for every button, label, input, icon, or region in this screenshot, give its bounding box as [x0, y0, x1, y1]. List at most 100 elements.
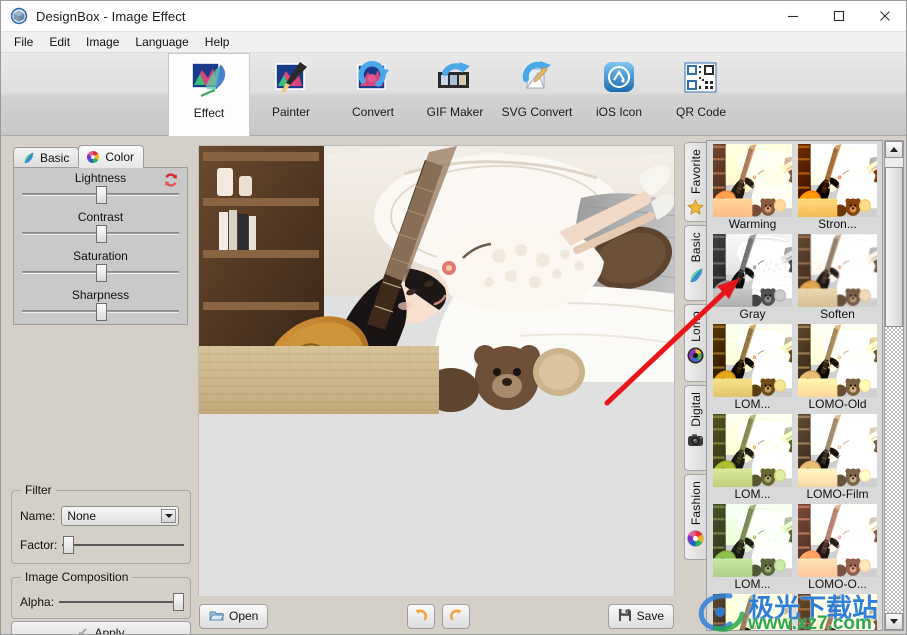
tab-color-label: Color	[105, 150, 135, 164]
side-tab-digital[interactable]: Digital	[684, 385, 707, 471]
side-tab-favorite[interactable]: Favorite	[684, 142, 707, 222]
menu-help[interactable]: Help	[197, 33, 238, 51]
effect-thumbnail-image[interactable]	[798, 504, 877, 577]
toolbar-label-effect: Effect	[193, 106, 225, 120]
toolbar-item-gif-maker[interactable]: GIF Maker	[414, 53, 496, 135]
slider-sharpness[interactable]: Sharpness	[14, 285, 187, 324]
preview-photo[interactable]	[199, 146, 674, 414]
effect-thumbnail-image[interactable]	[798, 144, 877, 217]
toolbar-item-ios-icon[interactable]: iOS Icon	[578, 53, 660, 135]
effect-thumbnail[interactable]: Stron...	[795, 144, 880, 232]
effect-thumbnail-image[interactable]	[798, 234, 877, 307]
scrollbar-thumb[interactable]	[885, 167, 903, 327]
save-button[interactable]: Save	[607, 603, 674, 629]
apply-button[interactable]: ✔ Apply	[11, 621, 191, 635]
toolbar-item-painter[interactable]: Painter	[250, 53, 332, 135]
close-button[interactable]	[862, 1, 906, 32]
save-button-label: Save	[636, 609, 664, 623]
side-tab-lomo[interactable]: Lomo	[684, 304, 707, 382]
effect-thumbnail-image[interactable]	[713, 594, 792, 630]
filter-factor-slider[interactable]	[62, 535, 184, 555]
effect-thumbnail-image[interactable]	[713, 234, 792, 307]
designbox-logo-icon	[10, 7, 28, 25]
effect-thumbnail-image[interactable]	[713, 144, 792, 217]
effect-thumbnail[interactable]: Soften	[795, 234, 880, 322]
effect-thumbnail[interactable]	[710, 594, 795, 630]
convert-arrow-icon	[352, 59, 394, 97]
feather-pen-icon	[21, 151, 35, 165]
effect-thumbnail[interactable]: Warming	[710, 144, 795, 232]
redo-button[interactable]	[441, 603, 470, 629]
side-tab-fashion[interactable]: Fashion	[684, 474, 707, 560]
menu-language[interactable]: Language	[127, 33, 196, 51]
slider-sharpness-thumb[interactable]	[95, 303, 107, 321]
effect-thumbnail-image[interactable]	[713, 324, 792, 397]
alpha-track[interactable]	[59, 601, 184, 603]
effect-thumbnail-image[interactable]	[713, 504, 792, 577]
star-icon	[687, 198, 704, 216]
scrollbar-track[interactable]	[885, 327, 903, 613]
filter-factor-track[interactable]	[62, 544, 184, 546]
feather-pen-icon	[687, 267, 704, 284]
menu-image[interactable]: Image	[78, 33, 127, 51]
toolbar-label-gif-maker: GIF Maker	[426, 105, 484, 119]
floppy-disk-icon	[618, 608, 632, 625]
effect-thumbnail[interactable]: LOM...	[710, 504, 795, 592]
effect-thumbnail-grid: Warming Stron... Gray Soften LOM... LOMO…	[710, 144, 880, 630]
effects-scrollbar[interactable]	[884, 140, 904, 631]
open-button[interactable]: Open	[199, 603, 269, 629]
minimize-button[interactable]	[770, 1, 816, 32]
toolbar-item-svg-convert[interactable]: SVG Convert	[496, 53, 578, 135]
effect-thumbnail-image[interactable]	[713, 414, 792, 487]
filter-factor-thumb[interactable]	[63, 536, 75, 554]
slider-lightness[interactable]: Lightness	[14, 168, 187, 207]
effect-thumbnail[interactable]: LOMO-O...	[795, 504, 880, 592]
effect-thumbnail[interactable]: Gray	[710, 234, 795, 322]
slider-lightness-thumb[interactable]	[95, 186, 107, 204]
effect-thumbnail-image[interactable]	[798, 414, 877, 487]
effect-thumbnail-list[interactable]: Warming Stron... Gray Soften LOM... LOMO…	[706, 140, 883, 631]
tab-basic[interactable]: Basic	[13, 147, 80, 168]
undo-button[interactable]	[406, 603, 435, 629]
side-tab-basic[interactable]: Basic	[684, 225, 707, 301]
toolbar-item-convert[interactable]: Convert	[332, 53, 414, 135]
lomo-lens-icon	[687, 347, 704, 364]
toolbar-label-svg-convert: SVG Convert	[501, 105, 573, 119]
alpha-slider[interactable]	[59, 592, 184, 612]
slider-saturation-thumb[interactable]	[95, 264, 107, 282]
chevron-down-icon[interactable]	[161, 509, 177, 523]
effect-thumbnail[interactable]: LOM...	[710, 414, 795, 502]
svg-pencil-icon	[516, 59, 558, 97]
effect-thumbnail[interactable]: LOM...	[710, 324, 795, 412]
effect-thumbnail[interactable]: LOMO-Old	[795, 324, 880, 412]
side-tab-basic-label: Basic	[688, 232, 703, 263]
alpha-label: Alpha:	[20, 595, 55, 609]
scroll-up-arrow-icon[interactable]	[885, 141, 903, 158]
filter-name-select[interactable]: None	[61, 506, 180, 526]
slider-contrast-label: Contrast	[77, 210, 124, 224]
slider-contrast[interactable]: Contrast	[14, 207, 187, 246]
effect-thumbnail[interactable]	[795, 594, 880, 630]
slider-sharpness-label: Sharpness	[71, 288, 130, 302]
side-tab-fashion-label: Fashion	[688, 481, 703, 526]
side-tab-favorite-label: Favorite	[688, 149, 703, 194]
slider-contrast-thumb[interactable]	[95, 225, 107, 243]
toolbar-item-effect[interactable]: Effect	[168, 53, 250, 136]
effect-thumbnail[interactable]: LOMO-Film	[795, 414, 880, 502]
left-panel-tabs: Basic Color	[13, 145, 188, 168]
maximize-button[interactable]	[816, 1, 862, 32]
menu-edit[interactable]: Edit	[41, 33, 78, 51]
effect-thumbnail-image[interactable]	[798, 324, 877, 397]
toolbar-item-qr-code[interactable]: QR Code	[660, 53, 742, 135]
alpha-thumb[interactable]	[173, 593, 184, 611]
menu-file[interactable]: File	[6, 33, 41, 51]
tab-color[interactable]: Color	[78, 145, 145, 168]
apply-button-label: Apply	[94, 626, 125, 635]
open-button-label: Open	[229, 609, 259, 623]
effect-thumbnail-image[interactable]	[798, 594, 877, 630]
scroll-down-arrow-icon[interactable]	[885, 613, 903, 630]
slider-saturation[interactable]: Saturation	[14, 246, 187, 285]
image-canvas[interactable]	[198, 145, 675, 597]
effect-thumbnail-label: LOMO-O...	[808, 577, 867, 591]
slider-lightness-label: Lightness	[74, 171, 127, 185]
